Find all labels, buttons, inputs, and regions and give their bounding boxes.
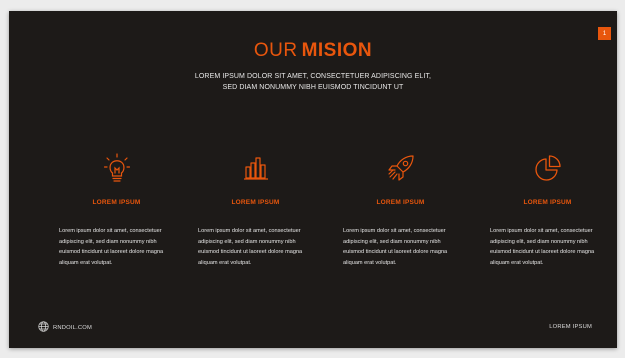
page-number-badge: 1 <box>598 27 611 40</box>
subtitle-line-1: LOREM IPSUM DOLOR SIT AMET, CONSECTETUER… <box>194 73 432 80</box>
rocket-icon <box>343 151 458 184</box>
feature-column-4: LOREM IPSUM Lorem ipsum dolor sit amet, … <box>490 151 605 268</box>
slide-subtitle: LOREM IPSUM DOLOR SIT AMET, CONSECTETUER… <box>163 71 463 93</box>
feature-heading: LOREM IPSUM <box>231 199 280 206</box>
title-light: OUR <box>253 40 298 61</box>
feature-body: Lorem ipsum dolor sit amet, consectetuer… <box>198 228 303 266</box>
subtitle-line-2: SED DIAM NONUMMY NIBH EUISMOD TINCIDUNT … <box>222 84 404 91</box>
website-text: RNDOIL.COM <box>53 324 93 331</box>
slide: 1 OUR MISION LOREM IPSUM DOLOR SIT AMET, … <box>9 11 617 348</box>
feature-body: Lorem ipsum dolor sit amet, consectetuer… <box>59 228 164 266</box>
slide-title: OUR MISION <box>9 40 617 62</box>
title-bold: MISION <box>301 40 373 61</box>
feature-body: Lorem ipsum dolor sit amet, consectetuer… <box>343 228 448 266</box>
feature-heading: LOREM IPSUM <box>523 199 572 206</box>
feature-column-1: LOREM IPSUM Lorem ipsum dolor sit amet, … <box>59 151 174 268</box>
footer-website: RNDOIL.COM <box>38 321 92 334</box>
footer-right-text: LOREM IPSUM <box>549 324 592 330</box>
feature-heading: LOREM IPSUM <box>92 199 141 206</box>
lightbulb-icon <box>59 151 174 184</box>
pie-chart-icon <box>490 151 605 184</box>
globe-icon <box>38 321 53 334</box>
feature-heading: LOREM IPSUM <box>376 199 425 206</box>
feature-body: Lorem ipsum dolor sit amet, consectetuer… <box>490 228 595 266</box>
feature-column-3: LOREM IPSUM Lorem ipsum dolor sit amet, … <box>343 151 458 268</box>
bar-chart-icon <box>198 151 313 184</box>
feature-column-2: LOREM IPSUM Lorem ipsum dolor sit amet, … <box>198 151 313 268</box>
